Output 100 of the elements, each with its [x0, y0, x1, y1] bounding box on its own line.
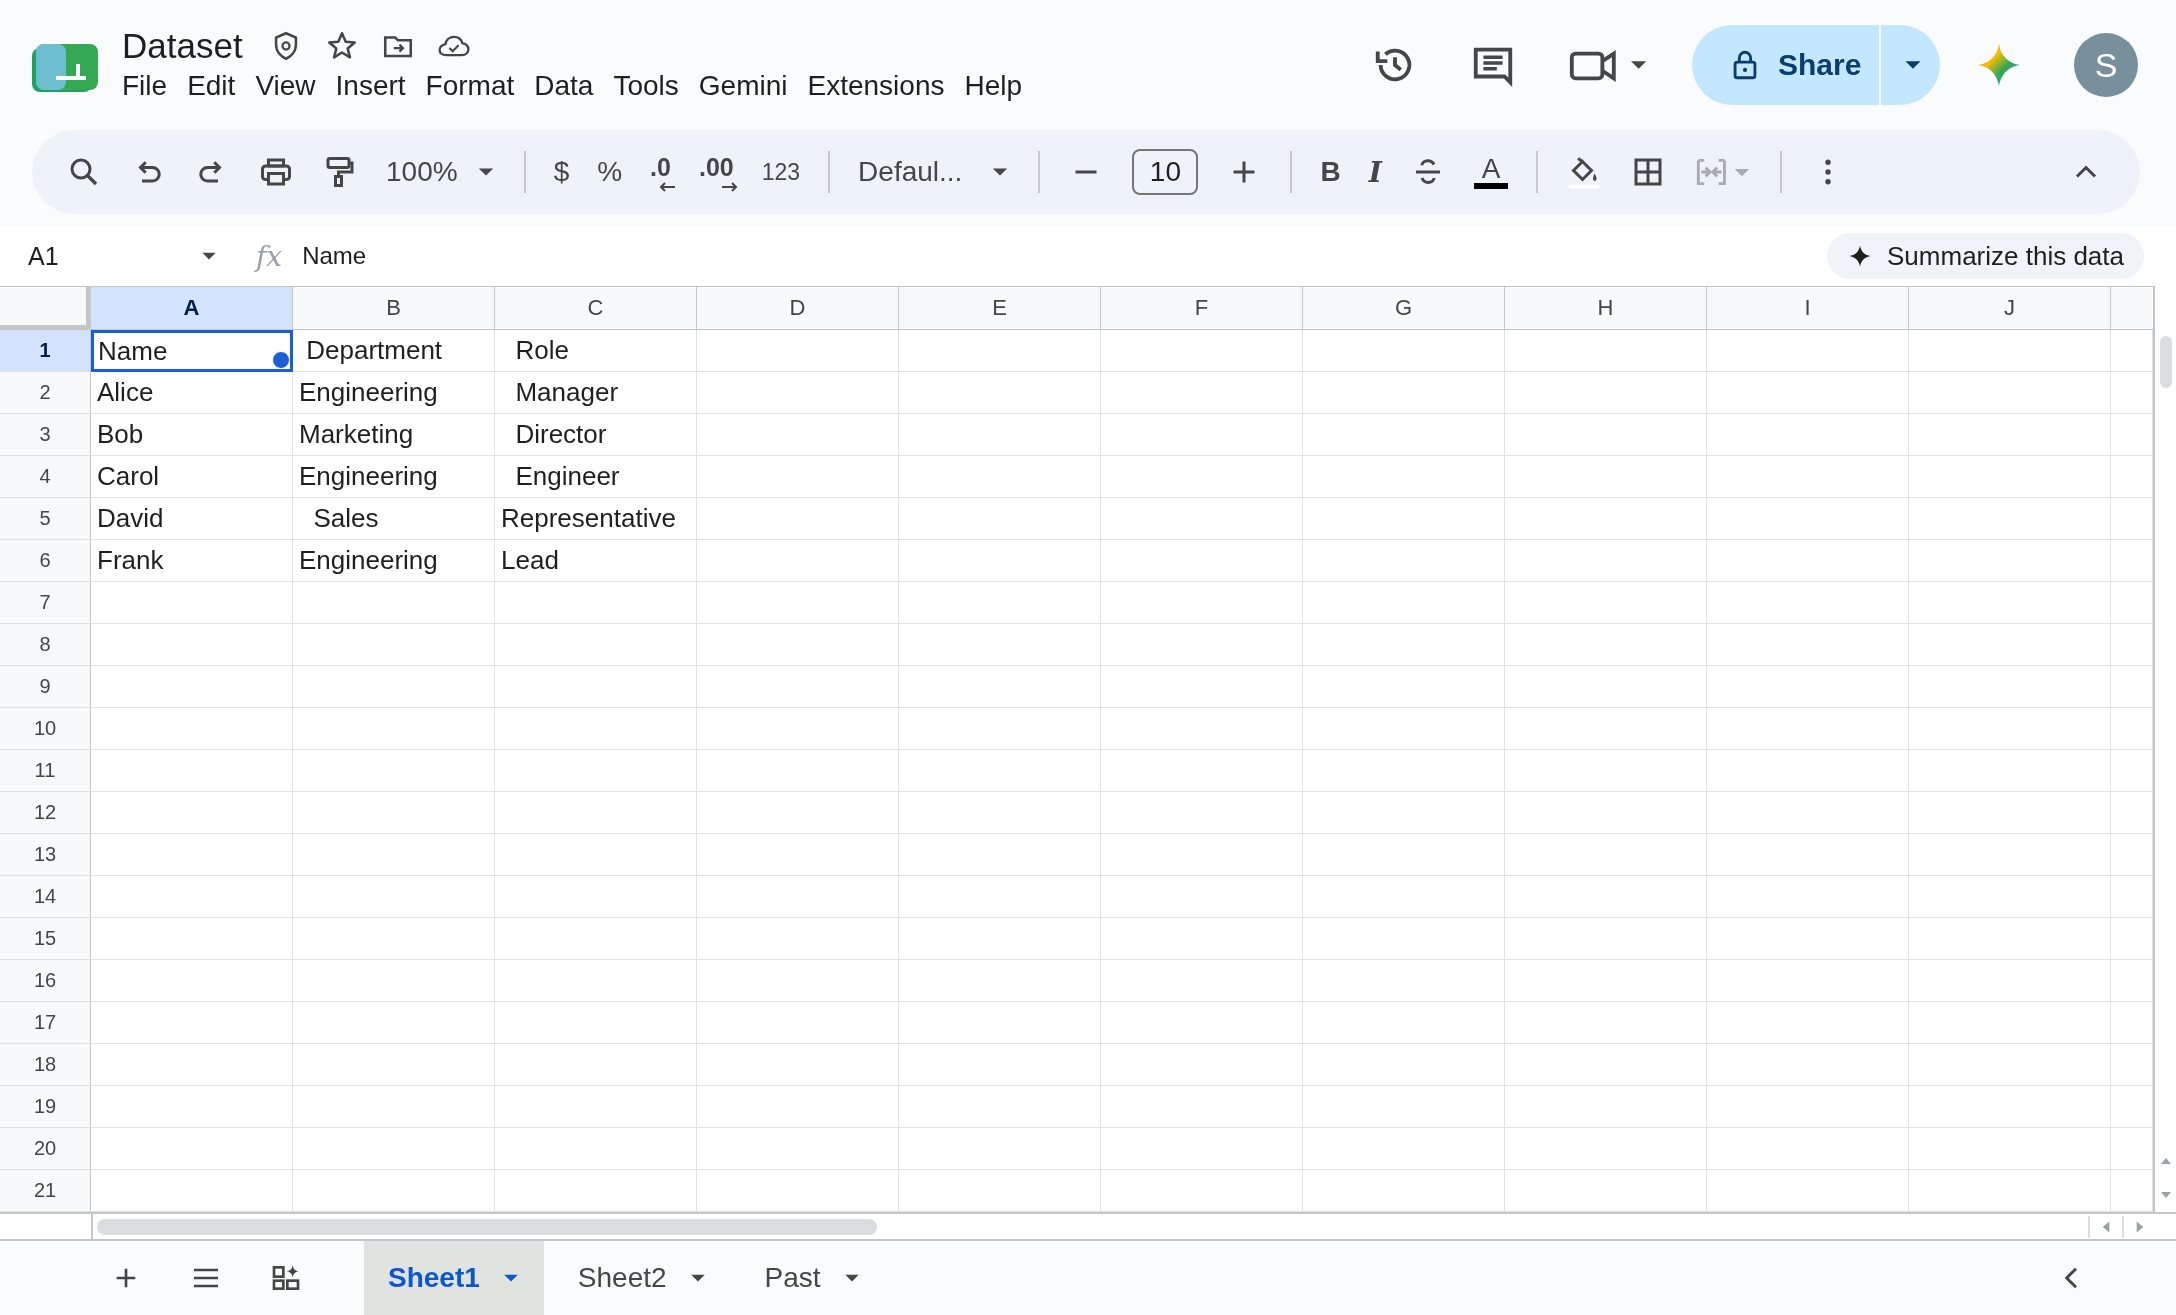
table-cell[interactable]: [899, 834, 1101, 876]
table-cell[interactable]: Engineer: [495, 456, 697, 498]
menu-item[interactable]: Help: [960, 68, 1039, 104]
table-cell[interactable]: [899, 750, 1101, 792]
column-header[interactable]: [2111, 286, 2153, 330]
table-cell[interactable]: [293, 750, 495, 792]
table-cell[interactable]: Lead: [495, 540, 697, 582]
table-cell[interactable]: [1303, 708, 1505, 750]
table-cell[interactable]: [1101, 414, 1303, 456]
table-cell[interactable]: [1303, 456, 1505, 498]
table-cell[interactable]: [697, 540, 899, 582]
sheet-tab[interactable]: Sheet2: [553, 1241, 731, 1315]
row-header[interactable]: 10: [0, 708, 91, 750]
font-dropdown[interactable]: Defaul...: [858, 156, 1011, 188]
table-cell[interactable]: [1505, 792, 1707, 834]
table-cell[interactable]: Role: [495, 330, 697, 372]
table-cell[interactable]: [1101, 708, 1303, 750]
menu-item[interactable]: File: [118, 68, 184, 104]
table-cell[interactable]: [495, 750, 697, 792]
table-cell[interactable]: [495, 624, 697, 666]
column-header[interactable]: J: [1909, 286, 2111, 330]
table-cell[interactable]: [2111, 498, 2153, 540]
table-cell[interactable]: [1707, 1002, 1909, 1044]
row-header[interactable]: 20: [0, 1128, 91, 1170]
column-header[interactable]: A: [91, 286, 293, 330]
table-cell[interactable]: [1303, 582, 1505, 624]
table-cell[interactable]: [1303, 540, 1505, 582]
table-cell[interactable]: [91, 1128, 293, 1170]
table-cell[interactable]: [1101, 792, 1303, 834]
table-cell[interactable]: [1505, 876, 1707, 918]
table-cell[interactable]: [1505, 1002, 1707, 1044]
table-cell[interactable]: [697, 750, 899, 792]
table-cell[interactable]: [495, 1086, 697, 1128]
table-cell[interactable]: Engineering: [293, 456, 495, 498]
table-cell[interactable]: [2111, 414, 2153, 456]
table-cell[interactable]: [1909, 876, 2111, 918]
table-cell[interactable]: [1303, 1044, 1505, 1086]
table-cell[interactable]: [1909, 1002, 2111, 1044]
table-cell[interactable]: [899, 708, 1101, 750]
column-header[interactable]: F: [1101, 286, 1303, 330]
select-all-corner[interactable]: [0, 286, 91, 330]
table-cell[interactable]: [1707, 372, 1909, 414]
table-cell[interactable]: [91, 918, 293, 960]
table-cell[interactable]: [1909, 330, 2111, 372]
table-cell[interactable]: [495, 582, 697, 624]
row-header[interactable]: 17: [0, 1002, 91, 1044]
document-title[interactable]: Dataset: [118, 26, 247, 66]
table-cell[interactable]: [1909, 582, 2111, 624]
row-header[interactable]: 21: [0, 1170, 91, 1212]
menu-item[interactable]: Insert: [331, 68, 422, 104]
sheet-tab[interactable]: Past: [740, 1241, 885, 1315]
table-cell[interactable]: [899, 540, 1101, 582]
table-cell[interactable]: [1101, 498, 1303, 540]
row-header[interactable]: 11: [0, 750, 91, 792]
table-cell[interactable]: [1707, 918, 1909, 960]
table-cell[interactable]: [899, 1128, 1101, 1170]
table-cell[interactable]: [2111, 918, 2153, 960]
table-cell[interactable]: [1909, 792, 2111, 834]
table-cell[interactable]: [1909, 1086, 2111, 1128]
table-cell[interactable]: [1101, 582, 1303, 624]
row-header[interactable]: 15: [0, 918, 91, 960]
table-cell[interactable]: [697, 708, 899, 750]
table-cell[interactable]: [1505, 330, 1707, 372]
table-cell[interactable]: [1303, 372, 1505, 414]
table-cell[interactable]: [899, 372, 1101, 414]
table-cell[interactable]: [495, 708, 697, 750]
table-cell[interactable]: [697, 330, 899, 372]
table-cell[interactable]: [2111, 372, 2153, 414]
row-header[interactable]: 16: [0, 960, 91, 1002]
table-cell[interactable]: [1303, 918, 1505, 960]
table-cell[interactable]: [495, 666, 697, 708]
table-cell[interactable]: [1707, 708, 1909, 750]
table-cell[interactable]: [1909, 918, 2111, 960]
table-cell[interactable]: Marketing: [293, 414, 495, 456]
table-cell[interactable]: [293, 876, 495, 918]
table-cell[interactable]: [293, 666, 495, 708]
table-cell[interactable]: [899, 1002, 1101, 1044]
table-cell[interactable]: [293, 624, 495, 666]
table-cell[interactable]: Frank: [91, 540, 293, 582]
table-cell[interactable]: [293, 918, 495, 960]
spreadsheet-logo-icon[interactable]: [32, 44, 98, 94]
table-cell[interactable]: [2111, 792, 2153, 834]
fill-handle[interactable]: [272, 351, 290, 369]
table-cell[interactable]: [1707, 666, 1909, 708]
table-cell[interactable]: [293, 792, 495, 834]
table-cell[interactable]: [495, 876, 697, 918]
text-color-button[interactable]: A: [1473, 155, 1509, 189]
bold-button[interactable]: B: [1320, 156, 1341, 188]
table-cell[interactable]: [899, 1044, 1101, 1086]
table-cell[interactable]: [899, 498, 1101, 540]
row-header[interactable]: 14: [0, 876, 91, 918]
decrease-decimal-button[interactable]: .0: [650, 152, 671, 192]
table-cell[interactable]: [1707, 792, 1909, 834]
table-cell[interactable]: [293, 1086, 495, 1128]
table-cell[interactable]: [899, 666, 1101, 708]
table-cell[interactable]: [91, 960, 293, 1002]
table-cell[interactable]: [1101, 834, 1303, 876]
table-cell[interactable]: [91, 750, 293, 792]
table-cell[interactable]: [293, 1044, 495, 1086]
table-cell[interactable]: [2111, 960, 2153, 1002]
